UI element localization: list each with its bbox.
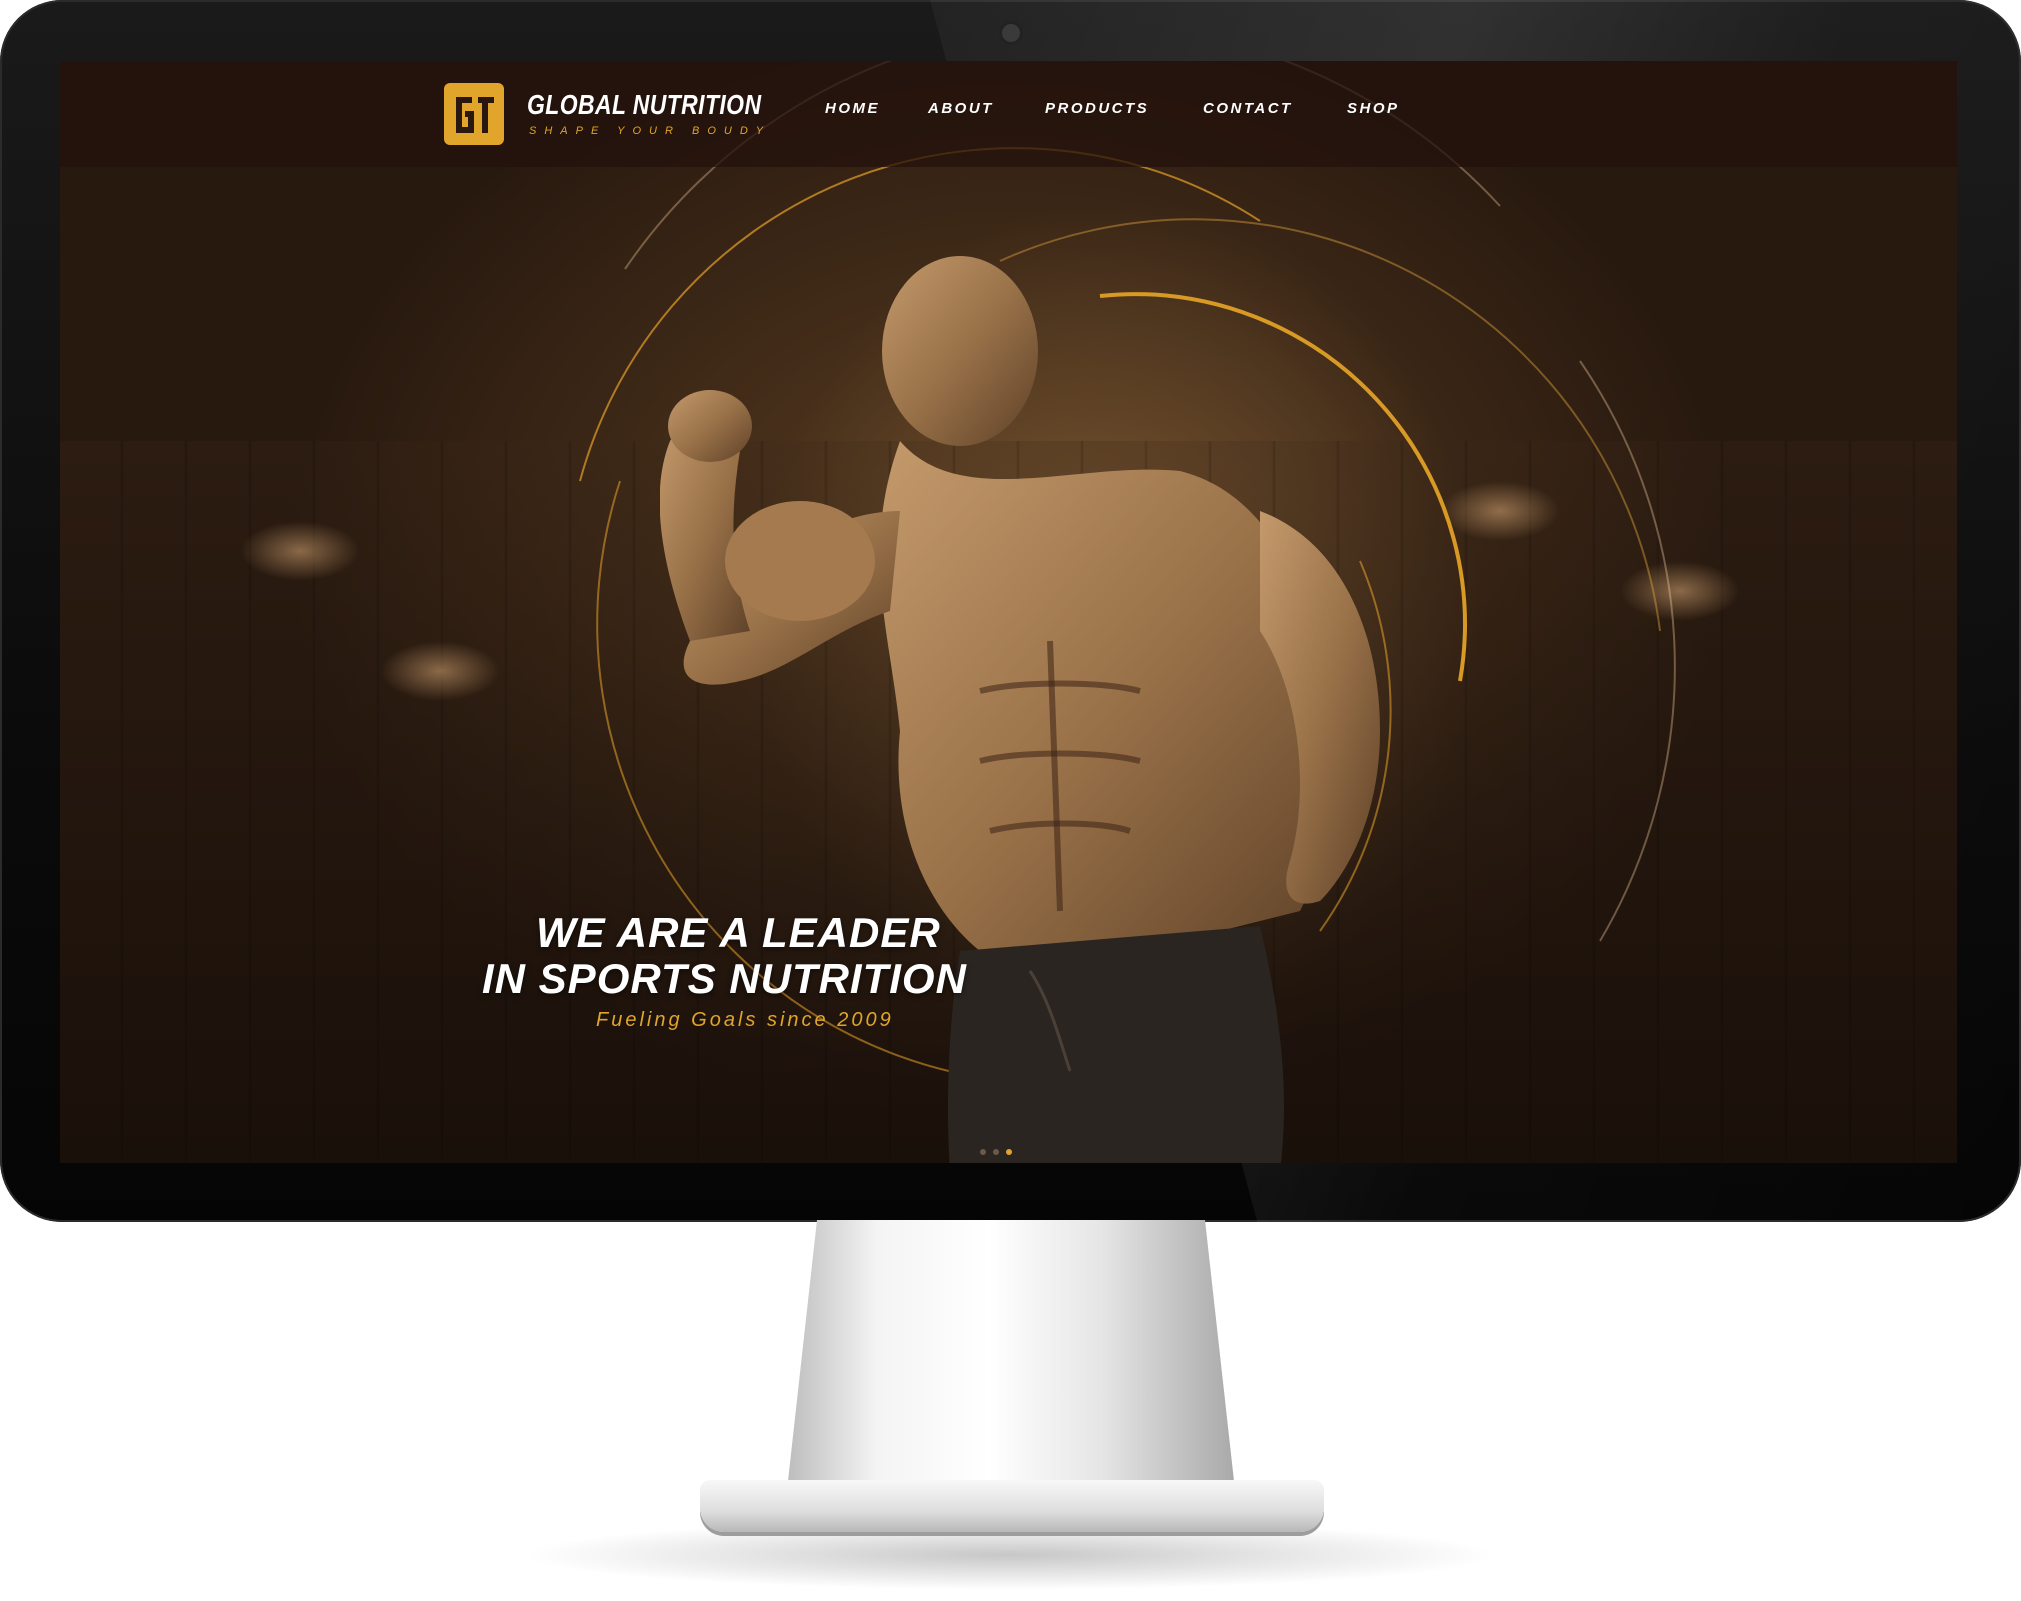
brand-logo-icon[interactable] xyxy=(444,83,504,145)
nav-about[interactable]: ABOUT xyxy=(928,100,994,117)
brand-name[interactable]: GLOBAL NUTRITION xyxy=(527,89,761,121)
slider-dot[interactable] xyxy=(980,1149,986,1155)
monitor-stand-neck xyxy=(787,1220,1235,1490)
monitor-frame: GLOBAL NUTRITION SHAPE YOUR BOUDY HOME A… xyxy=(0,0,2021,1222)
hero-headline-line2: IN SPORTS NUTRITION xyxy=(482,955,967,1002)
nav-shop[interactable]: SHOP xyxy=(1347,100,1400,117)
brand-tagline: SHAPE YOUR BOUDY xyxy=(529,125,772,137)
site-header: GLOBAL NUTRITION SHAPE YOUR BOUDY HOME A… xyxy=(60,61,1957,167)
monitor-stand-base xyxy=(700,1480,1324,1532)
slider-dot-active[interactable] xyxy=(1006,1149,1012,1155)
hero-subline: Fueling Goals since 2009 xyxy=(596,1009,894,1031)
webcam-icon xyxy=(1002,24,1020,42)
website-screen: GLOBAL NUTRITION SHAPE YOUR BOUDY HOME A… xyxy=(60,61,1957,1163)
slider-dot[interactable] xyxy=(993,1149,999,1155)
nav-contact[interactable]: CONTACT xyxy=(1203,100,1293,117)
nav-products[interactable]: PRODUCTS xyxy=(1045,100,1149,117)
nav-home[interactable]: HOME xyxy=(825,100,880,117)
hero-headline-line1: WE ARE A LEADER xyxy=(536,909,941,956)
